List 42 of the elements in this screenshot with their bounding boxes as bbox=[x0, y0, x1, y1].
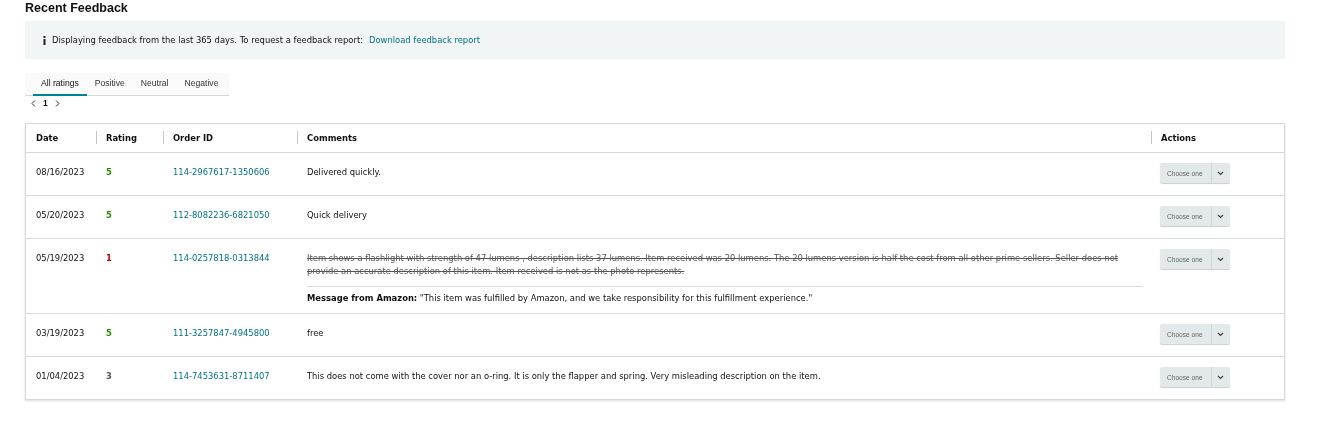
info-icon bbox=[43, 35, 46, 45]
caret-icon bbox=[1217, 170, 1225, 176]
caret-icon bbox=[1217, 213, 1225, 219]
column-header: Order ID bbox=[173, 133, 214, 143]
date-text: 01/04/2023 bbox=[36, 371, 85, 381]
rating-value: 5 bbox=[106, 167, 112, 177]
comment-text: Quick delivery bbox=[307, 209, 368, 222]
order-id-link[interactable]: 114-2967617-1350606 bbox=[173, 167, 270, 177]
amazon-message: Message from Amazon: "This item was fulfilled by Amazon, and we take responsibility for this fulfillment experience." bbox=[307, 292, 814, 305]
rating-value: 5 bbox=[106, 210, 112, 220]
column-header: Rating bbox=[106, 133, 137, 143]
order-id-link[interactable]: 111-3257847-4945800 bbox=[173, 328, 270, 338]
comment-text: This does not come with the cover nor an o-ring. It is only the flapper and spring. Very misleading description on the item. bbox=[307, 370, 822, 383]
notice-text: Displaying feedback from the last 365 days. To request a feedback report: bbox=[52, 35, 363, 45]
filter-tab[interactable]: Negative bbox=[176, 73, 227, 96]
caret-icon bbox=[1217, 256, 1225, 262]
caret-icon bbox=[1217, 374, 1225, 380]
date-text: 03/19/2023 bbox=[36, 328, 85, 338]
rating-value: 3 bbox=[106, 371, 112, 381]
date-text: 05/20/2023 bbox=[36, 210, 85, 220]
rating-value: 5 bbox=[106, 328, 112, 338]
rating-value: 1 bbox=[106, 253, 112, 263]
comment-text: free bbox=[307, 327, 325, 340]
comment-text: Item shows a flashlight with strength of 47 lumens , description lists 37 lumens. Item received was 20 lumens. The 20 lumens version is half the cost from all other prime sellers. Seller does not provide an accurate description of this item. Item received is not as the photo represents. bbox=[307, 252, 1120, 278]
filter-tab[interactable]: All ratings bbox=[33, 73, 87, 96]
page-number[interactable]: 1 bbox=[43, 98, 48, 108]
column-header: Comments bbox=[307, 133, 357, 143]
date-text: 08/16/2023 bbox=[36, 167, 85, 177]
column-header: Actions bbox=[1161, 133, 1197, 143]
next-page-icon[interactable] bbox=[54, 99, 60, 107]
previous-page-icon[interactable] bbox=[31, 99, 36, 107]
order-id-link[interactable]: 114-7453631-8711407 bbox=[173, 371, 270, 381]
section-title: Recent Feedback bbox=[25, 0, 129, 17]
date-text: 05/19/2023 bbox=[36, 253, 85, 263]
filter-tab[interactable]: Positive bbox=[86, 73, 133, 96]
download-report-link[interactable]: Download feedback report bbox=[369, 35, 480, 45]
column-header: Date bbox=[36, 133, 59, 143]
order-id-link[interactable]: 112-8082236-6821050 bbox=[173, 210, 270, 220]
caret-icon bbox=[1217, 331, 1225, 337]
order-id-link[interactable]: 114-0257818-0313844 bbox=[173, 253, 270, 263]
filter-tab[interactable]: Neutral bbox=[132, 73, 177, 96]
comment-text: Delivered quickly. bbox=[307, 166, 382, 179]
